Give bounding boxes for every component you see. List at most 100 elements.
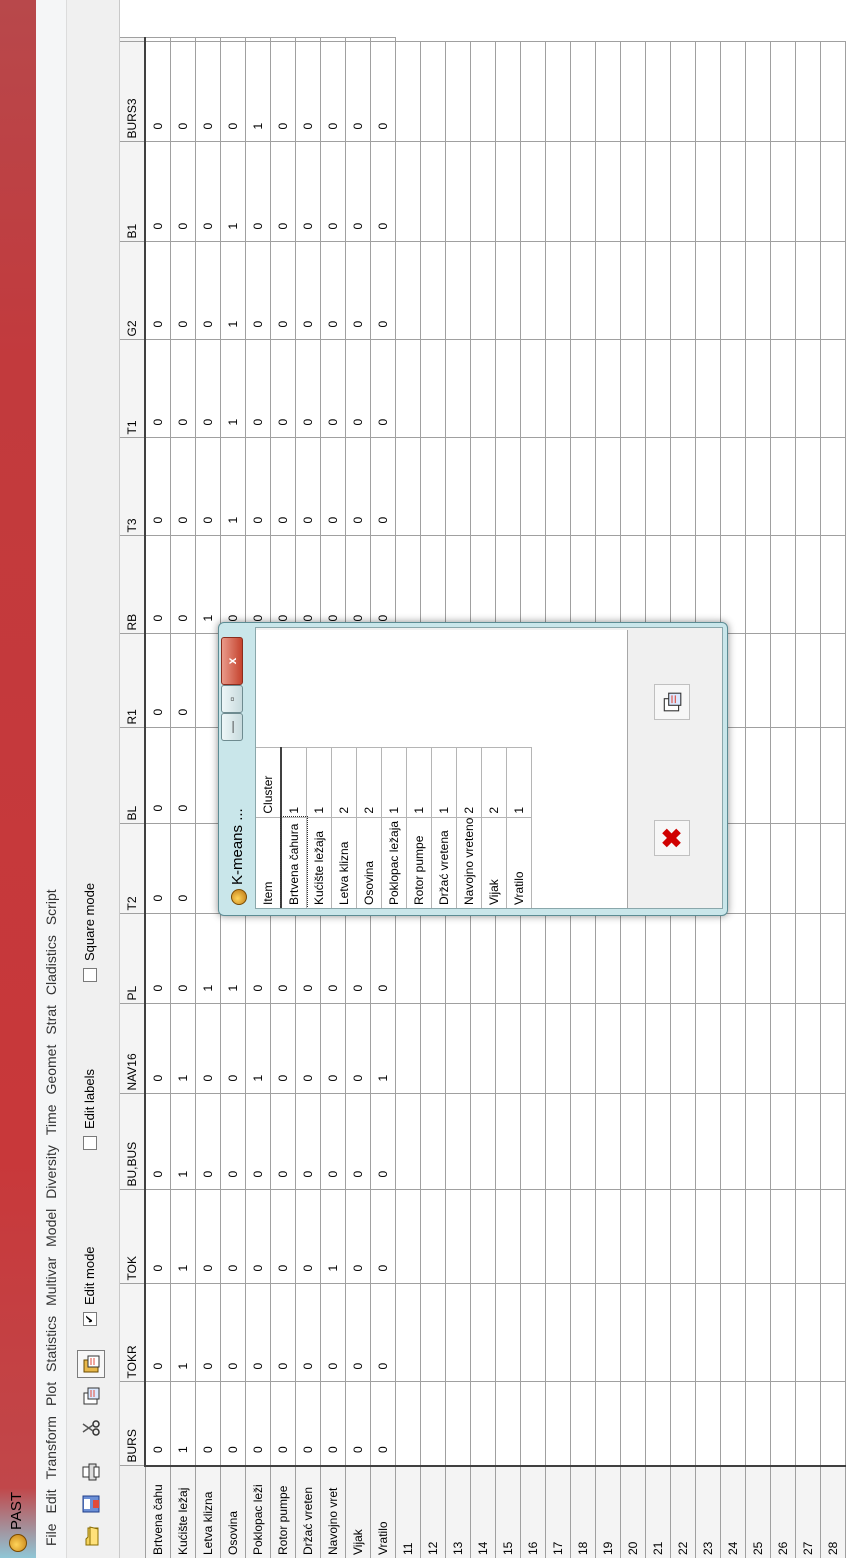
data-cell[interactable] — [545, 340, 571, 438]
data-cell[interactable] — [545, 242, 571, 340]
cluster-row[interactable]: Poklopac ležaja 1 — [381, 747, 407, 908]
menu-script[interactable]: Script — [36, 885, 59, 929]
data-cell[interactable] — [495, 914, 521, 1004]
data-cell[interactable]: 0 — [270, 142, 296, 242]
data-cell[interactable] — [645, 340, 671, 438]
data-cell[interactable] — [695, 1094, 721, 1190]
minimize-button[interactable]: — — [221, 713, 243, 741]
data-cell[interactable] — [720, 1382, 746, 1466]
data-cell[interactable] — [195, 824, 221, 914]
data-cell[interactable]: 0 — [245, 438, 271, 536]
cluster-row[interactable]: Vratilo 1 — [506, 747, 532, 908]
data-cell[interactable] — [620, 914, 646, 1004]
data-cell[interactable] — [670, 142, 696, 242]
data-cell[interactable] — [445, 142, 471, 242]
data-cell[interactable] — [370, 38, 396, 42]
open-folder-icon[interactable] — [77, 1522, 105, 1550]
data-cell[interactable] — [395, 42, 421, 142]
data-cell[interactable] — [620, 1004, 646, 1094]
data-cell[interactable] — [520, 1284, 546, 1382]
data-cell[interactable] — [570, 1094, 596, 1190]
data-cell[interactable] — [795, 1382, 821, 1466]
data-cell[interactable] — [670, 1004, 696, 1094]
menu-file[interactable]: File — [36, 1519, 59, 1550]
data-cell[interactable] — [770, 914, 796, 1004]
data-cell[interactable]: 0 — [170, 438, 196, 536]
data-cell[interactable] — [770, 242, 796, 340]
data-cell[interactable]: 0 — [320, 1382, 346, 1466]
data-cell[interactable]: 0 — [370, 438, 396, 536]
data-cell[interactable] — [795, 1004, 821, 1094]
data-cell[interactable] — [670, 1190, 696, 1284]
data-cell[interactable]: 0 — [245, 242, 271, 340]
data-cell[interactable] — [770, 728, 796, 824]
data-cell[interactable]: 0 — [220, 1190, 246, 1284]
data-cell[interactable]: 0 — [295, 42, 321, 142]
data-cell[interactable]: 0 — [220, 1284, 246, 1382]
data-cell[interactable]: 0 — [295, 536, 321, 634]
data-cell[interactable] — [520, 1094, 546, 1190]
row-header[interactable]: 11 — [395, 1466, 421, 1558]
data-cell[interactable] — [670, 340, 696, 438]
data-cell[interactable] — [195, 38, 221, 42]
data-cell[interactable]: 0 — [145, 42, 171, 142]
data-cell[interactable] — [570, 1284, 596, 1382]
data-cell[interactable] — [770, 824, 796, 914]
data-cell[interactable]: 0 — [145, 824, 171, 914]
data-cell[interactable] — [420, 1382, 446, 1466]
data-cell[interactable] — [570, 1004, 596, 1094]
data-cell[interactable]: 0 — [270, 42, 296, 142]
data-cell[interactable] — [545, 42, 571, 142]
data-cell[interactable] — [645, 438, 671, 536]
data-cell[interactable] — [420, 340, 446, 438]
data-cell[interactable] — [395, 536, 421, 634]
data-cell[interactable] — [470, 340, 496, 438]
data-cell[interactable] — [645, 1190, 671, 1284]
data-cell[interactable] — [595, 914, 621, 1004]
data-cell[interactable]: 0 — [270, 1004, 296, 1094]
data-cell[interactable]: 0 — [145, 914, 171, 1004]
data-cell[interactable]: 0 — [370, 42, 396, 142]
data-cell[interactable] — [520, 1190, 546, 1284]
data-cell[interactable]: 0 — [145, 1190, 171, 1284]
data-cell[interactable] — [470, 142, 496, 242]
data-cell[interactable] — [295, 38, 321, 42]
data-cell[interactable] — [595, 536, 621, 634]
data-cell[interactable]: 0 — [245, 1094, 271, 1190]
data-cell[interactable] — [795, 142, 821, 242]
data-cell[interactable]: 0 — [295, 1284, 321, 1382]
data-cell[interactable] — [745, 634, 771, 728]
data-cell[interactable] — [495, 438, 521, 536]
data-cell[interactable] — [670, 438, 696, 536]
data-cell[interactable]: 0 — [270, 1382, 296, 1466]
data-cell[interactable]: 0 — [145, 142, 171, 242]
data-cell[interactable] — [570, 42, 596, 142]
data-cell[interactable] — [695, 1190, 721, 1284]
data-cell[interactable] — [595, 1004, 621, 1094]
data-cell[interactable] — [770, 536, 796, 634]
data-cell[interactable] — [395, 1004, 421, 1094]
data-cell[interactable]: 0 — [370, 142, 396, 242]
data-cell[interactable] — [470, 1284, 496, 1382]
data-cell[interactable] — [670, 536, 696, 634]
data-cell[interactable] — [795, 242, 821, 340]
data-cell[interactable]: 0 — [345, 536, 371, 634]
data-cell[interactable] — [695, 536, 721, 634]
data-cell[interactable] — [720, 340, 746, 438]
data-cell[interactable] — [795, 536, 821, 634]
data-cell[interactable] — [495, 340, 521, 438]
data-cell[interactable] — [770, 42, 796, 142]
data-cell[interactable]: 0 — [370, 340, 396, 438]
data-cell[interactable] — [745, 728, 771, 824]
data-cell[interactable] — [670, 242, 696, 340]
data-cell[interactable]: 0 — [195, 142, 221, 242]
column-header[interactable]: BL — [120, 728, 145, 824]
data-cell[interactable] — [795, 1284, 821, 1382]
data-cell[interactable] — [420, 1094, 446, 1190]
data-cell[interactable]: 0 — [145, 242, 171, 340]
data-cell[interactable] — [170, 38, 196, 42]
row-header[interactable]: Kućište ležaj — [170, 1466, 196, 1558]
print-icon[interactable] — [77, 1458, 105, 1486]
data-cell[interactable] — [745, 340, 771, 438]
data-cell[interactable] — [570, 1382, 596, 1466]
